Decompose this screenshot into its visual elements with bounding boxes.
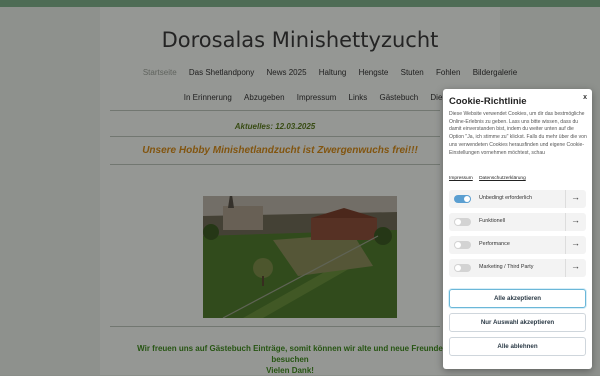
accept-all-button[interactable]: Alle akzeptieren <box>449 289 586 308</box>
option-label: Unbedingt erforderlich <box>479 195 533 201</box>
cookie-option-performance: Performance → <box>449 236 586 254</box>
cookie-links: Impressum Datenschutzerklärung <box>449 176 531 181</box>
performance-toggle[interactable] <box>454 241 471 249</box>
cookie-option-marketing: Marketing / Third Party → <box>449 259 586 277</box>
arrow-right-icon[interactable]: → <box>571 215 580 225</box>
necessary-toggle[interactable] <box>454 195 471 203</box>
option-label: Marketing / Third Party <box>479 264 534 270</box>
option-label: Funktionell <box>479 218 506 224</box>
functional-toggle[interactable] <box>454 218 471 226</box>
cookie-dialog: Cookie-Richtlinie x Diese Website verwen… <box>443 89 592 369</box>
arrow-right-icon[interactable]: → <box>571 238 580 248</box>
cookie-option-necessary: Unbedingt erforderlich → <box>449 190 586 208</box>
marketing-toggle[interactable] <box>454 264 471 272</box>
reject-all-button[interactable]: Alle ablehnen <box>449 337 586 356</box>
cookie-description: Diese Website verwendet Cookies, um dir … <box>449 111 587 156</box>
privacy-policy-link[interactable]: Datenschutzerklärung <box>479 176 526 181</box>
arrow-right-icon[interactable]: → <box>571 261 580 271</box>
cookie-option-functional: Funktionell → <box>449 213 586 231</box>
arrow-right-icon[interactable]: → <box>571 192 580 202</box>
cookie-dialog-title: Cookie-Richtlinie <box>449 96 527 107</box>
close-icon[interactable]: x <box>583 94 587 101</box>
impressum-link[interactable]: Impressum <box>449 176 473 181</box>
option-label: Performance <box>479 241 510 247</box>
accept-selection-button[interactable]: Nur Auswahl akzeptieren <box>449 313 586 332</box>
